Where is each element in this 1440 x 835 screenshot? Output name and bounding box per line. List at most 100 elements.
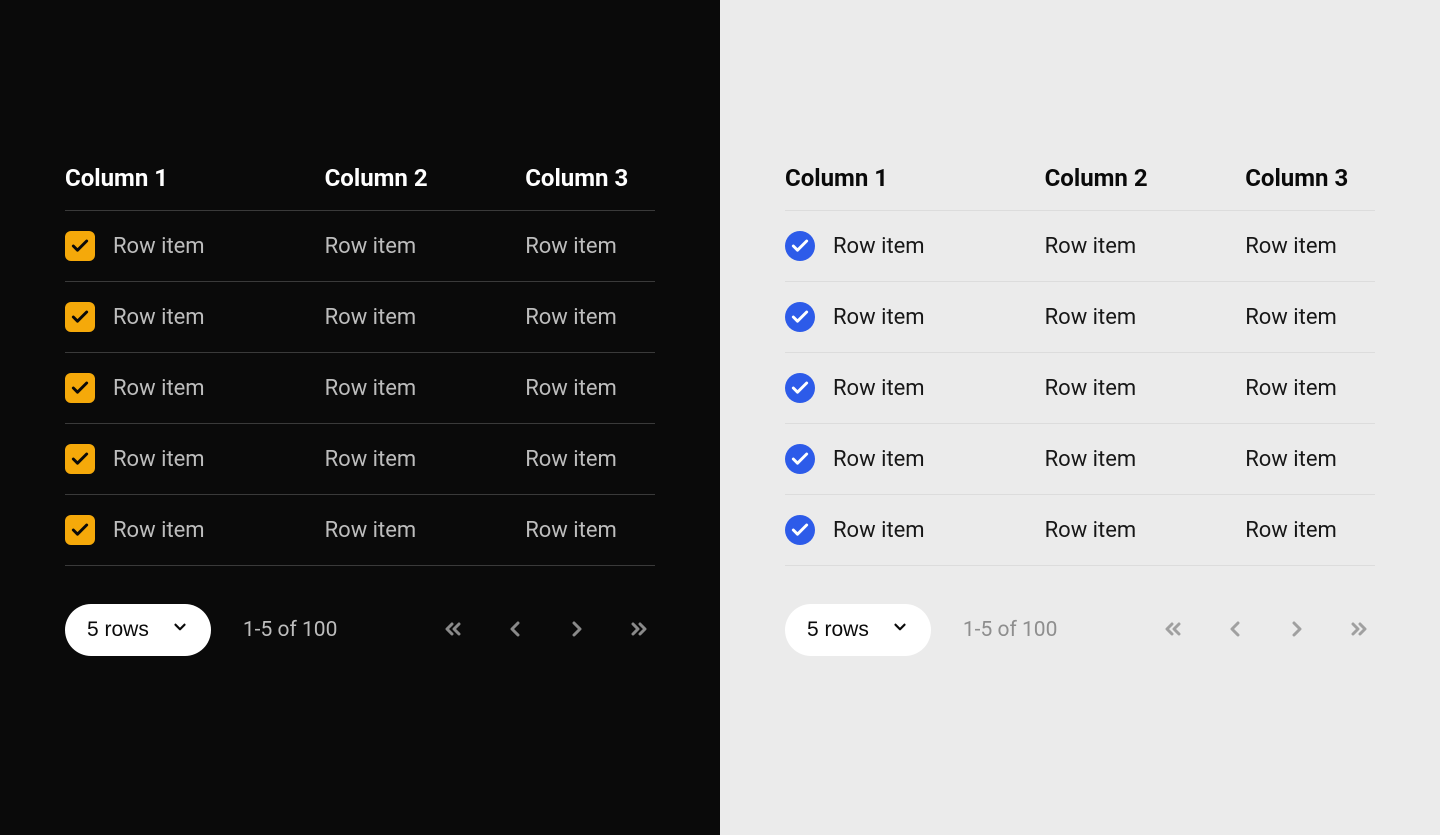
table-cell: Row item [65,211,325,282]
chevrons-left-icon [1161,617,1185,644]
table-cell: Row item [525,211,655,282]
cell-text: Row item [1245,518,1337,543]
rows-per-page-select[interactable]: 5 rows [65,604,211,656]
table-cell: Row item [325,353,526,424]
table-row: Row item Row item Row item [65,424,655,495]
table-row: Row item Row item Row item [785,353,1375,424]
column-header-3[interactable]: Column 3 [525,150,655,211]
row-checkbox[interactable] [785,302,815,332]
pagination-bar: 5 rows 1-5 of 100 [65,604,655,656]
table-cell: Row item [1045,353,1246,424]
row-checkbox[interactable] [785,444,815,474]
table-cell: Row item [1045,282,1246,353]
next-page-button[interactable] [561,613,593,648]
pagination-bar: 5 rows 1-5 of 100 [785,604,1375,656]
cell-text: Row item [833,376,925,401]
cell-text: Row item [833,305,925,330]
column-header-3[interactable]: Column 3 [1245,150,1375,211]
chevron-right-icon [565,617,589,644]
next-page-button[interactable] [1281,613,1313,648]
table-cell: Row item [1245,495,1375,566]
table-cell: Row item [525,282,655,353]
check-icon [790,520,810,540]
table-row: Row item Row item Row item [785,282,1375,353]
cell-text: Row item [325,447,417,472]
table-cell: Row item [1245,211,1375,282]
check-icon [70,449,90,469]
table-cell: Row item [325,211,526,282]
row-checkbox[interactable] [65,515,95,545]
table-cell: Row item [785,424,1045,495]
chevron-down-icon [171,618,189,642]
cell-text: Row item [1245,447,1337,472]
last-page-button[interactable] [623,613,655,648]
column-header-1[interactable]: Column 1 [65,150,325,211]
row-checkbox[interactable] [65,302,95,332]
cell-text: Row item [1045,518,1137,543]
rows-per-page-label: 5 rows [807,618,869,642]
table-cell: Row item [325,495,526,566]
chevrons-right-icon [627,617,651,644]
cell-text: Row item [325,234,417,259]
cell-text: Row item [1045,376,1137,401]
chevrons-right-icon [1347,617,1371,644]
row-checkbox[interactable] [785,231,815,261]
first-page-button[interactable] [437,613,469,648]
cell-text: Row item [525,376,617,401]
table-cell: Row item [65,495,325,566]
row-checkbox[interactable] [785,515,815,545]
column-header-2[interactable]: Column 2 [325,150,526,211]
table-cell: Row item [525,495,655,566]
cell-text: Row item [833,234,925,259]
prev-page-button[interactable] [499,613,531,648]
table-row: Row itemRow itemRow item [65,353,655,424]
cell-text: Row item [113,518,205,543]
table-cell: Row item [1245,424,1375,495]
table-cell: Row item [1045,424,1246,495]
column-header-1[interactable]: Column 1 [785,150,1045,211]
table-cell: Row item [1045,211,1246,282]
check-icon [790,236,810,256]
rows-per-page-label: 5 rows [87,618,149,642]
table-cell: Row item [1245,282,1375,353]
row-checkbox[interactable] [65,373,95,403]
data-table: Column 1 Column 2 Column 3 Row itemRow i… [785,150,1375,566]
cell-text: Row item [833,518,925,543]
prev-page-button[interactable] [1219,613,1251,648]
rows-per-page-select[interactable]: 5 rows [785,604,931,656]
table-header-row: Column 1 Column 2 Column 3 [65,150,655,211]
table-cell: Row item [785,495,1045,566]
pagination-nav [437,613,655,648]
cell-text: Row item [113,447,205,472]
row-checkbox[interactable] [65,444,95,474]
first-page-button[interactable] [1157,613,1189,648]
table-cell: Row item [325,282,526,353]
last-page-button[interactable] [1343,613,1375,648]
cell-text: Row item [325,305,417,330]
cell-text: Row item [525,234,617,259]
cell-text: Row item [525,518,617,543]
cell-text: Row item [325,376,417,401]
table-row: Row item Row item Row item [785,495,1375,566]
cell-text: Row item [1245,234,1337,259]
table-cell: Row item [525,424,655,495]
table-row: Row itemRow itemRow item [65,495,655,566]
table-cell: Row item [65,282,325,353]
table-cell: Row item [1045,495,1246,566]
check-icon [790,378,810,398]
cell-text: Row item [1045,305,1137,330]
chevron-left-icon [1223,617,1247,644]
row-checkbox[interactable] [65,231,95,261]
pagination-status: 1-5 of 100 [963,618,1058,642]
row-checkbox[interactable] [785,373,815,403]
table-cell: Row item [785,282,1045,353]
table-row: Row itemRow itemRow item [65,211,655,282]
cell-text: Row item [1245,305,1337,330]
column-header-2[interactable]: Column 2 [1045,150,1246,211]
check-icon [70,378,90,398]
cell-text: Row item [1045,447,1137,472]
table-row: Row itemRow itemRow item [785,211,1375,282]
check-icon [70,236,90,256]
table-row: Row itemRow itemRow item [65,282,655,353]
table-cell: Row item [1245,353,1375,424]
